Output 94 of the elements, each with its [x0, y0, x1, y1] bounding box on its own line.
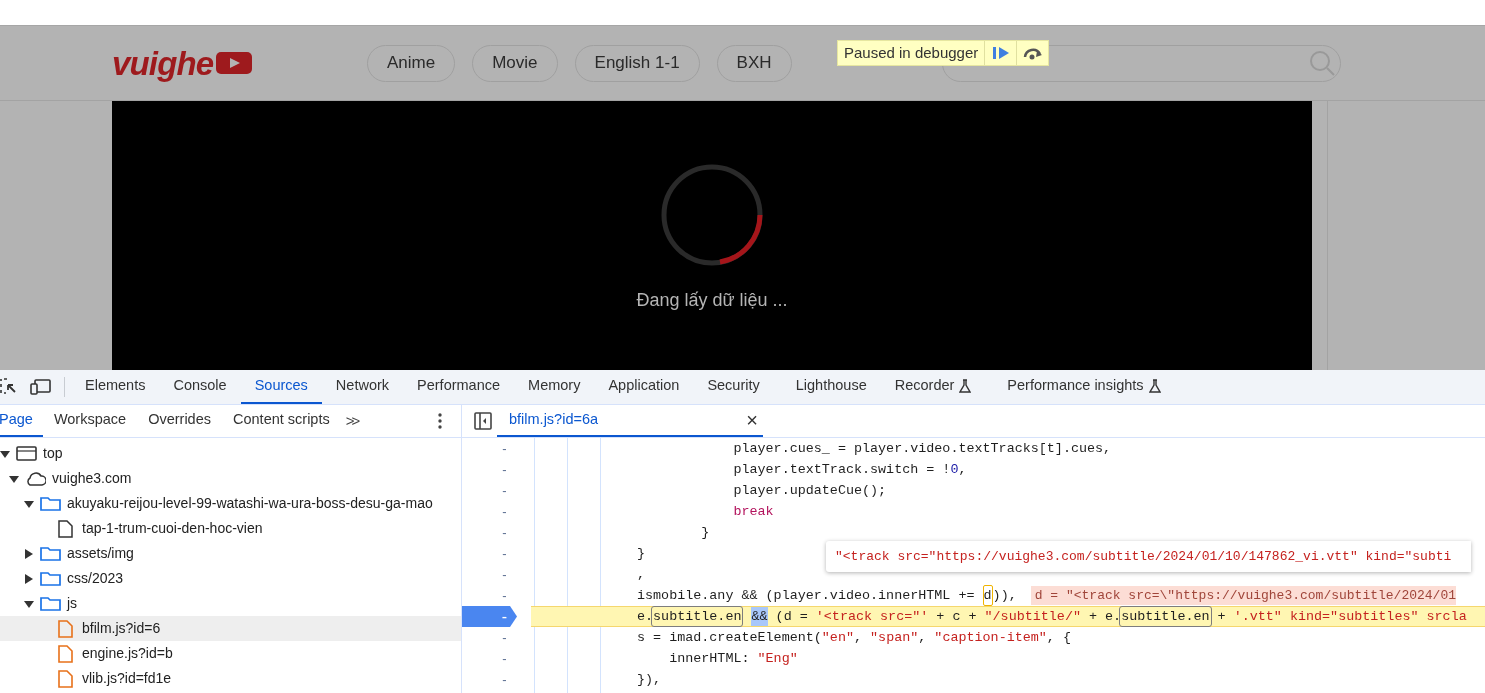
flask-icon	[959, 379, 972, 393]
devtools-tab[interactable]: Performance	[403, 370, 515, 404]
tree-item[interactable]: tap-1-trum-cuoi-den-hoc-vien	[0, 516, 461, 541]
navigator-tab[interactable]: Content scripts	[222, 405, 341, 437]
code-line: innerHTML: "Eng"	[668, 650, 798, 668]
code-line: player.textTrack.switch = !0,	[732, 461, 967, 479]
folder-icon	[40, 569, 61, 588]
folder-icon	[40, 544, 61, 563]
inspect-icon	[0, 378, 16, 396]
code-line: player.cues_ = player.video.textTracks[t].cues,	[732, 440, 1112, 458]
line-number: -	[502, 670, 507, 689]
devtools-tab[interactable]: Sources	[240, 370, 322, 404]
devtools-tab[interactable]: Security	[693, 370, 774, 404]
script-file-icon	[55, 619, 76, 638]
tree-label: engine.js?id=b	[82, 644, 173, 663]
more-options-icon[interactable]	[438, 413, 442, 429]
line-number: -	[502, 586, 507, 605]
device-toolbar-icon	[30, 379, 52, 395]
tree-label: vuighe3.com	[52, 469, 132, 488]
close-tab-button[interactable]: ×	[746, 410, 758, 430]
collapsed-arrow-icon	[24, 573, 34, 584]
editor-tab-label: bfilm.js?id=6a	[509, 410, 599, 430]
line-number: -	[502, 502, 507, 521]
line-number: -	[502, 649, 507, 668]
more-tabs-button[interactable]: >>	[340, 405, 363, 437]
editor-tab[interactable]: bfilm.js?id=6a ×	[497, 405, 763, 437]
tree-item[interactable]: bfilm.js?id=6	[0, 616, 461, 641]
expanded-arrow-icon	[24, 598, 34, 609]
devtools-tab[interactable]: Performance insights	[993, 370, 1175, 404]
tree-item[interactable]: assets/img	[0, 541, 461, 566]
loading-text: Đang lấy dữ liệu ...	[636, 289, 788, 312]
code-line: s = imad.createElement("en", "span", "caption-item", {	[637, 629, 1071, 647]
tree-label: js	[67, 594, 78, 613]
devtools-tab[interactable]: Application	[594, 370, 694, 404]
code-line: player.updateCue();	[732, 482, 887, 500]
frame-icon	[16, 444, 37, 463]
tree-item[interactable]: vlib.js?id=fd1e	[0, 666, 461, 691]
navigator-tab[interactable]: Page	[0, 405, 43, 437]
tree-label: top	[43, 444, 63, 463]
tree-label: tap-1-trum-cuoi-den-hoc-vien	[82, 519, 263, 538]
code-line: break	[732, 503, 774, 521]
devtools-tab[interactable]: Lighthouse	[781, 370, 881, 404]
line-number: -	[502, 523, 507, 542]
line-number: -	[502, 439, 507, 458]
cloud-icon	[25, 469, 46, 488]
line-number: -	[502, 628, 507, 647]
step-over-icon	[1021, 46, 1044, 60]
tree-item[interactable]: js	[0, 591, 461, 616]
devtools-tab[interactable]: Recorder	[880, 370, 986, 404]
collapsed-arrow-icon	[24, 548, 34, 559]
file-icon	[55, 519, 76, 538]
line-number: -	[502, 481, 507, 500]
code-line: ,	[637, 566, 646, 584]
resume-icon	[991, 46, 1010, 60]
devtools-tab[interactable]: Memory	[514, 370, 595, 404]
script-file-icon	[55, 644, 76, 663]
navigator-tab[interactable]: Overrides	[137, 405, 222, 437]
tree-item[interactable]: engine.js?id=b	[0, 641, 461, 666]
tree-label: vlib.js?id=fd1e	[82, 669, 172, 688]
loading-spinner-icon	[660, 163, 764, 267]
code-line: }),	[637, 671, 662, 689]
play-logo-icon	[216, 52, 253, 74]
tree-label: css/2023	[67, 569, 124, 588]
tree-label: bfilm.js?id=6	[82, 619, 161, 638]
line-number: -	[502, 565, 507, 584]
line-number: -	[502, 544, 507, 563]
script-file-icon	[55, 669, 76, 688]
folder-icon	[40, 494, 61, 513]
folder-icon	[40, 594, 61, 613]
code-line: e.subtitle.en && (d = '<track src="' + c + "/subtitle/" + e.subtitle.en + '.vtt" kind="subtitles" srcla	[637, 606, 1467, 627]
expanded-arrow-icon	[9, 473, 19, 484]
inline-value: d = "<track src=\"https://vuighe3.com/subtitle/2024/01	[1030, 586, 1457, 605]
tree-item[interactable]: css/2023	[0, 566, 461, 591]
expanded-arrow-icon	[0, 448, 10, 459]
code-line: ismobile.any && (player.video.innerHTML += d)), d = "<track src=\"https://vuighe3.com/subtitle/2024/01	[637, 585, 1457, 606]
value-tooltip: "<track src="https://vuighe3.com/subtitle/2024/01/10/147862_vi.vtt" kind="subti	[826, 541, 1472, 572]
tree-item[interactable]: top	[0, 441, 461, 466]
tree-item[interactable]: vuighe3.com	[0, 466, 461, 491]
devtools-tab[interactable]: Console	[159, 370, 241, 404]
devtools-tab[interactable]: Network	[321, 370, 404, 404]
devtools-tab[interactable]: Elements	[71, 370, 160, 404]
logo-text: vuighe	[112, 46, 214, 80]
line-number: -	[502, 460, 507, 479]
banner-text: Paused in debugger	[843, 42, 980, 63]
sidebar-toggle-icon[interactable]	[474, 412, 492, 430]
search-icon	[1308, 49, 1336, 77]
tree-label: assets/img	[67, 544, 134, 563]
tree-item[interactable]: akuyaku-reijou-level-99-watashi-wa-ura-boss-desu-ga-mao	[0, 491, 461, 516]
navigator-tab[interactable]: Workspace	[42, 405, 138, 437]
flask-icon	[1148, 379, 1161, 393]
code-line: }	[637, 545, 646, 563]
code-line: }	[700, 524, 710, 542]
expanded-arrow-icon	[24, 498, 34, 509]
tree-label: akuyaku-reijou-level-99-watashi-wa-ura-boss-desu-ga-mao	[67, 494, 433, 513]
